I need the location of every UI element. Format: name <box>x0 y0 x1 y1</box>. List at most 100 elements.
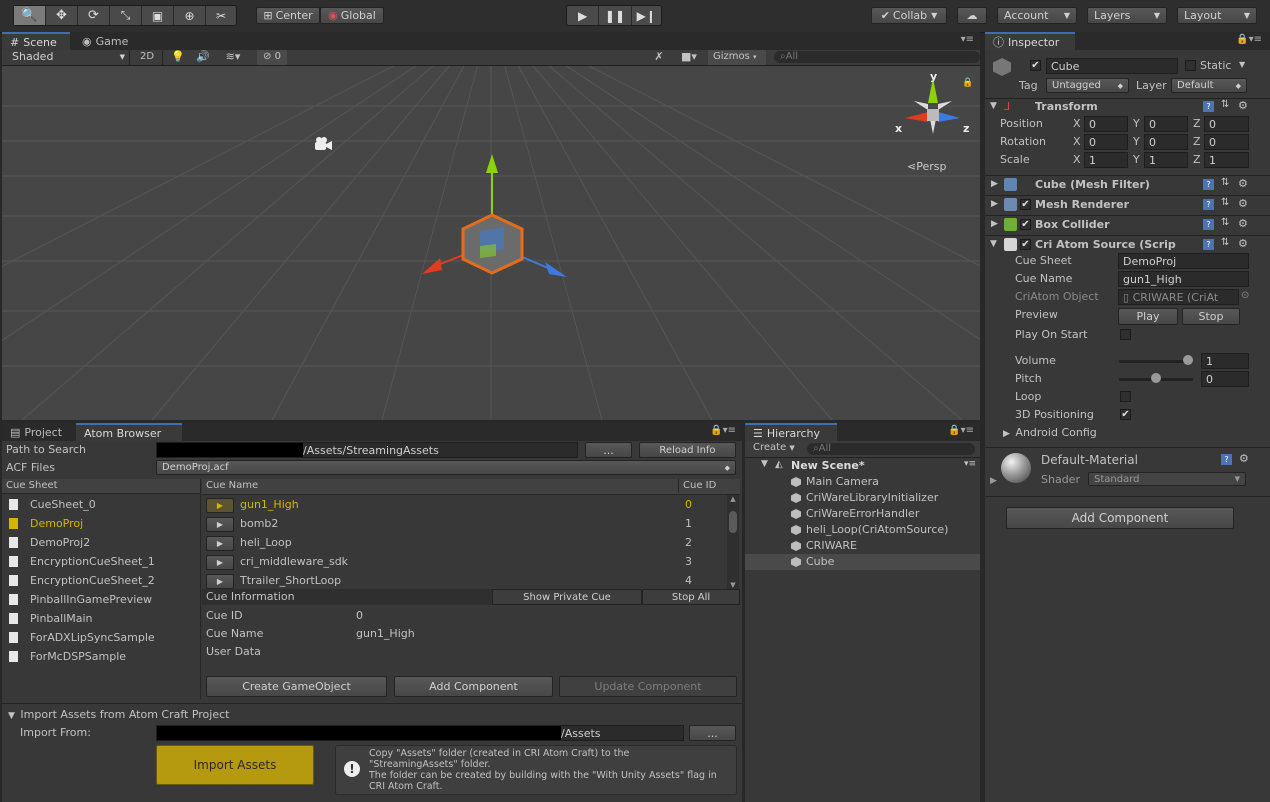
cue-sheet-item[interactable]: ForMcDSPSample <box>2 648 200 667</box>
help-icon[interactable]: ? <box>1203 101 1214 112</box>
preset-icon[interactable]: ⇅ <box>1221 237 1229 248</box>
cue-sheet-item[interactable]: EncryptionCueSheet_2 <box>2 572 200 591</box>
gear-icon[interactable]: ⚙ <box>1238 217 1248 230</box>
cue-row[interactable]: ▶ heli_Loop 2 <box>202 534 726 553</box>
tab-hierarchy[interactable]: ☰ Hierarchy <box>745 423 837 441</box>
add-component-atom-button[interactable]: Add Component <box>394 676 553 697</box>
camera-gizmo-icon[interactable] <box>315 137 332 150</box>
dropdown-arrow-icon[interactable]: ▼ <box>1239 60 1245 69</box>
scene-viewport[interactable]: y x z 🔒 ⋖Persp <box>2 66 980 420</box>
hierarchy-item[interactable]: Main Camera <box>745 474 980 490</box>
shader-dropdown[interactable]: Standard ▼ <box>1088 472 1246 486</box>
pivot-global-button[interactable]: ◉ Global <box>320 7 384 24</box>
static-checkbox[interactable] <box>1185 60 1196 71</box>
preset-icon[interactable]: ⇅ <box>1221 177 1229 188</box>
transform-tool-icon[interactable]: ⊕ <box>173 6 205 25</box>
cue-sheet-field[interactable]: DemoProj <box>1118 253 1249 269</box>
tag-dropdown[interactable]: Untagged ◆ <box>1046 78 1129 93</box>
panel-menu-icon[interactable]: 🔒▾≡ <box>710 425 736 436</box>
layer-dropdown[interactable]: Default ◆ <box>1171 78 1247 93</box>
cue-play-button[interactable]: ▶ <box>206 536 234 551</box>
foldout-closed-icon[interactable]: ▶ <box>990 476 997 486</box>
cue-sheet-item[interactable]: PinballMain <box>2 610 200 629</box>
x-axis-label[interactable]: X <box>1073 117 1081 130</box>
transform-header[interactable]: ▼ ⅃ Transform ? ⇅ ⚙ <box>985 98 1270 116</box>
atom-source-header[interactable]: ▼ ✔ Cri Atom Source (Scrip ? ⇅ ⚙ <box>985 235 1270 254</box>
scrollbar-thumb[interactable] <box>729 511 737 533</box>
cue-sheet-item[interactable]: DemoProj2 <box>2 534 200 553</box>
cue-play-button[interactable]: ▶ <box>206 498 234 513</box>
preset-icon[interactable]: ⇅ <box>1221 217 1229 228</box>
mesh-filter-header[interactable]: ▶ Cube (Mesh Filter) ? ⇅ ⚙ <box>985 175 1270 194</box>
atom-source-checkbox[interactable]: ✔ <box>1020 239 1031 250</box>
reload-info-button[interactable]: Reload Info <box>639 442 736 458</box>
play-on-start-checkbox[interactable] <box>1120 329 1131 340</box>
gear-icon[interactable]: ⚙ <box>1238 197 1248 210</box>
y-axis-label[interactable]: Y <box>1133 135 1140 148</box>
pivot-center-button[interactable]: ⊞ Center <box>256 7 320 24</box>
lighting-icon[interactable]: 💡 <box>167 50 189 64</box>
cue-play-button[interactable]: ▶ <box>206 517 234 532</box>
create-dropdown[interactable]: Create ▼ <box>753 442 795 453</box>
tab-project[interactable]: ▤ Project <box>2 423 72 441</box>
audio-icon[interactable]: 🔊 <box>192 50 214 64</box>
tab-scene[interactable]: # Scene <box>2 32 70 50</box>
hierarchy-item[interactable]: Cube <box>745 554 980 570</box>
cue-play-button[interactable]: ▶ <box>206 555 234 570</box>
transform-x-field[interactable]: 0 <box>1084 134 1128 150</box>
transform-y-field[interactable]: 0 <box>1144 116 1188 132</box>
cue-play-button[interactable]: ▶ <box>206 574 234 589</box>
volume-field[interactable]: 1 <box>1201 353 1249 369</box>
collab-button[interactable]: ✔ Collab ▼ <box>871 7 947 24</box>
add-component-button[interactable]: Add Component <box>1006 507 1234 529</box>
cue-name-field[interactable]: gun1_High <box>1118 271 1249 287</box>
cue-row[interactable]: ▶ cri_middleware_sdk 3 <box>202 553 726 572</box>
persp-label[interactable]: ⋖Persp <box>907 160 946 173</box>
custom-tool-icon[interactable]: ✂ <box>205 6 236 25</box>
browse-path-button[interactable]: ... <box>585 442 632 458</box>
hierarchy-item[interactable]: heli_Loop(CriAtomSource) <box>745 522 980 538</box>
stop-all-button[interactable]: Stop All <box>642 589 740 605</box>
gizmos-dropdown[interactable]: Gizmos ▾ <box>708 50 766 65</box>
transform-z-field[interactable]: 0 <box>1204 134 1249 150</box>
z-axis-label[interactable]: Z <box>1193 117 1201 130</box>
tab-atom-browser[interactable]: Atom Browser <box>76 423 182 441</box>
transform-x-field[interactable]: 0 <box>1084 116 1128 132</box>
hierarchy-item[interactable]: CRIWARE <box>745 538 980 554</box>
import-assets-button[interactable]: Import Assets <box>156 745 314 785</box>
android-config-foldout[interactable]: ▶ Android Config <box>1003 426 1097 439</box>
box-collider-header[interactable]: ▶ ✔ Box Collider ? ⇅ ⚙ <box>985 215 1270 234</box>
step-icon[interactable]: ▶❙ <box>630 6 661 25</box>
gear-icon[interactable]: ⚙ <box>1238 237 1248 250</box>
help-icon[interactable]: ? <box>1203 199 1214 210</box>
cue-row[interactable]: ▶ bomb2 1 <box>202 515 726 534</box>
active-checkbox[interactable]: ✔ <box>1030 60 1041 71</box>
scene-search-input[interactable]: ⌕All <box>774 51 980 63</box>
tools-icon[interactable]: ✗ <box>650 50 668 64</box>
hierarchy-search-input[interactable]: ⌕All <box>807 443 975 455</box>
layers-button[interactable]: Layers ▼ <box>1087 7 1167 24</box>
rotate-tool-icon[interactable]: ⟳ <box>77 6 109 25</box>
pitch-field[interactable]: 0 <box>1201 371 1249 387</box>
transform-z-field[interactable]: 1 <box>1204 152 1249 168</box>
transform-y-field[interactable]: 0 <box>1144 134 1188 150</box>
y-axis-label[interactable]: Y <box>1133 153 1140 166</box>
z-axis-label[interactable]: Z <box>1193 153 1201 166</box>
cue-sheet-item[interactable]: PinballInGamePreview <box>2 591 200 610</box>
tab-inspector[interactable]: ⓘ Inspector <box>985 32 1075 50</box>
mesh-renderer-header[interactable]: ▶ ✔ Mesh Renderer ? ⇅ ⚙ <box>985 195 1270 214</box>
cue-sheet-item[interactable]: DemoProj <box>2 515 200 534</box>
y-axis-label[interactable]: Y <box>1133 117 1140 130</box>
object-name-field[interactable]: Cube <box>1046 58 1178 74</box>
scene-menu-icon[interactable]: ▾≡ <box>964 459 976 469</box>
hand-tool-icon[interactable]: 🔍 <box>14 6 45 25</box>
preview-play-button[interactable]: Play <box>1118 308 1178 325</box>
camera-settings-icon[interactable]: ■▾ <box>676 50 702 64</box>
help-icon[interactable]: ? <box>1203 219 1214 230</box>
cloud-button[interactable]: ☁ <box>957 7 987 24</box>
box-collider-checkbox[interactable]: ✔ <box>1020 219 1031 230</box>
lock-icon[interactable]: 🔒 <box>962 78 973 88</box>
panel-menu-icon[interactable]: 🔒▾≡ <box>1236 34 1262 45</box>
scroll-down-icon[interactable]: ▼ <box>727 581 739 589</box>
help-icon[interactable]: ? <box>1203 239 1214 250</box>
